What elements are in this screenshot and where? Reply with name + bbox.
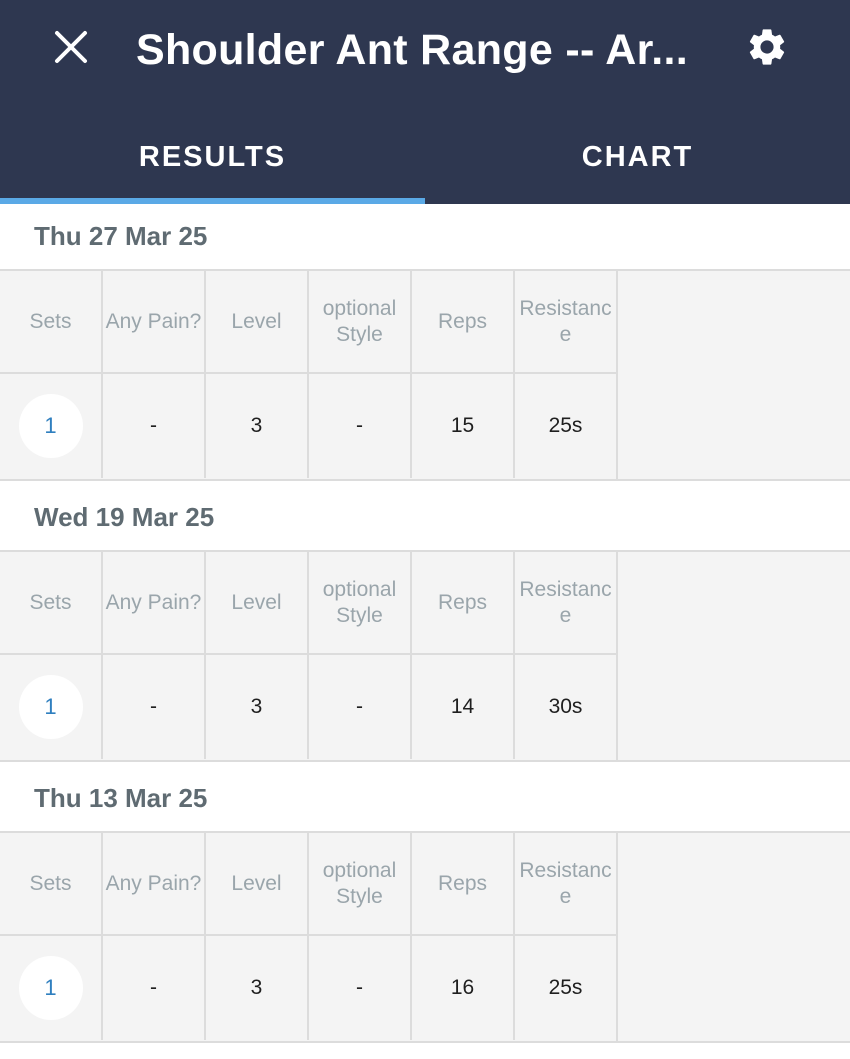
table-divider [616,833,618,1041]
column-header-sets: Sets [0,271,103,374]
tab-results[interactable]: RESULTS [0,110,425,204]
session-card: Thu 13 Mar 25 Sets Any Pain? Level optio… [0,766,850,1047]
session-date: Wed 19 Mar 25 [0,485,850,552]
resistance-value: 30s [515,655,618,759]
set-cell: 1 [0,374,103,478]
app-bar: Shoulder Ant Range -- Ar... RESULTS CHAR… [0,0,850,204]
results-list[interactable]: Thu 27 Mar 25 Sets Any Pain? Level optio… [0,204,850,1047]
close-button[interactable] [44,20,98,74]
resistance-value: 25s [515,374,618,478]
settings-button[interactable] [738,20,796,74]
session-card: Thu 27 Mar 25 Sets Any Pain? Level optio… [0,204,850,485]
column-header-reps: Reps [412,552,515,655]
set-number-button[interactable]: 1 [18,675,83,739]
resistance-value: 25s [515,936,618,1040]
set-number-button[interactable]: 1 [18,394,83,458]
column-header-pain: Any Pain? [103,833,206,936]
column-header-resistance: Resistance [515,833,618,936]
column-header-level: Level [206,271,309,374]
session-card: Wed 19 Mar 25 Sets Any Pain? Level optio… [0,485,850,766]
set-cell: 1 [0,655,103,759]
column-header-style: optional Style [309,552,412,655]
tab-chart[interactable]: CHART [425,110,850,204]
close-icon [55,31,87,63]
level-value: 3 [206,374,309,478]
column-header-pain: Any Pain? [103,552,206,655]
reps-value: 14 [412,655,515,759]
column-header-style: optional Style [309,833,412,936]
column-header-sets: Sets [0,833,103,936]
style-value: - [309,655,412,759]
pain-value: - [103,936,206,1040]
column-header-reps: Reps [412,833,515,936]
column-header-resistance: Resistance [515,271,618,374]
column-header-level: Level [206,833,309,936]
level-value: 3 [206,655,309,759]
column-header-style: optional Style [309,271,412,374]
results-table: Sets Any Pain? Level optional Style Reps… [0,552,850,762]
table-divider [616,552,618,760]
results-table: Sets Any Pain? Level optional Style Reps… [0,271,850,481]
reps-value: 16 [412,936,515,1040]
set-cell: 1 [0,936,103,1040]
style-value: - [309,936,412,1040]
style-value: - [309,374,412,478]
column-header-pain: Any Pain? [103,271,206,374]
pain-value: - [103,655,206,759]
table-divider [616,271,618,479]
pain-value: - [103,374,206,478]
tab-bar: RESULTS CHART [0,110,850,204]
reps-value: 15 [412,374,515,478]
column-header-reps: Reps [412,271,515,374]
session-date: Thu 27 Mar 25 [0,204,850,271]
session-date: Thu 13 Mar 25 [0,766,850,833]
column-header-level: Level [206,552,309,655]
level-value: 3 [206,936,309,1040]
column-header-resistance: Resistance [515,552,618,655]
results-table: Sets Any Pain? Level optional Style Reps… [0,833,850,1043]
set-number-button[interactable]: 1 [18,956,83,1020]
page-title: Shoulder Ant Range -- Ar... [136,26,688,74]
gear-icon [749,29,785,65]
column-header-sets: Sets [0,552,103,655]
